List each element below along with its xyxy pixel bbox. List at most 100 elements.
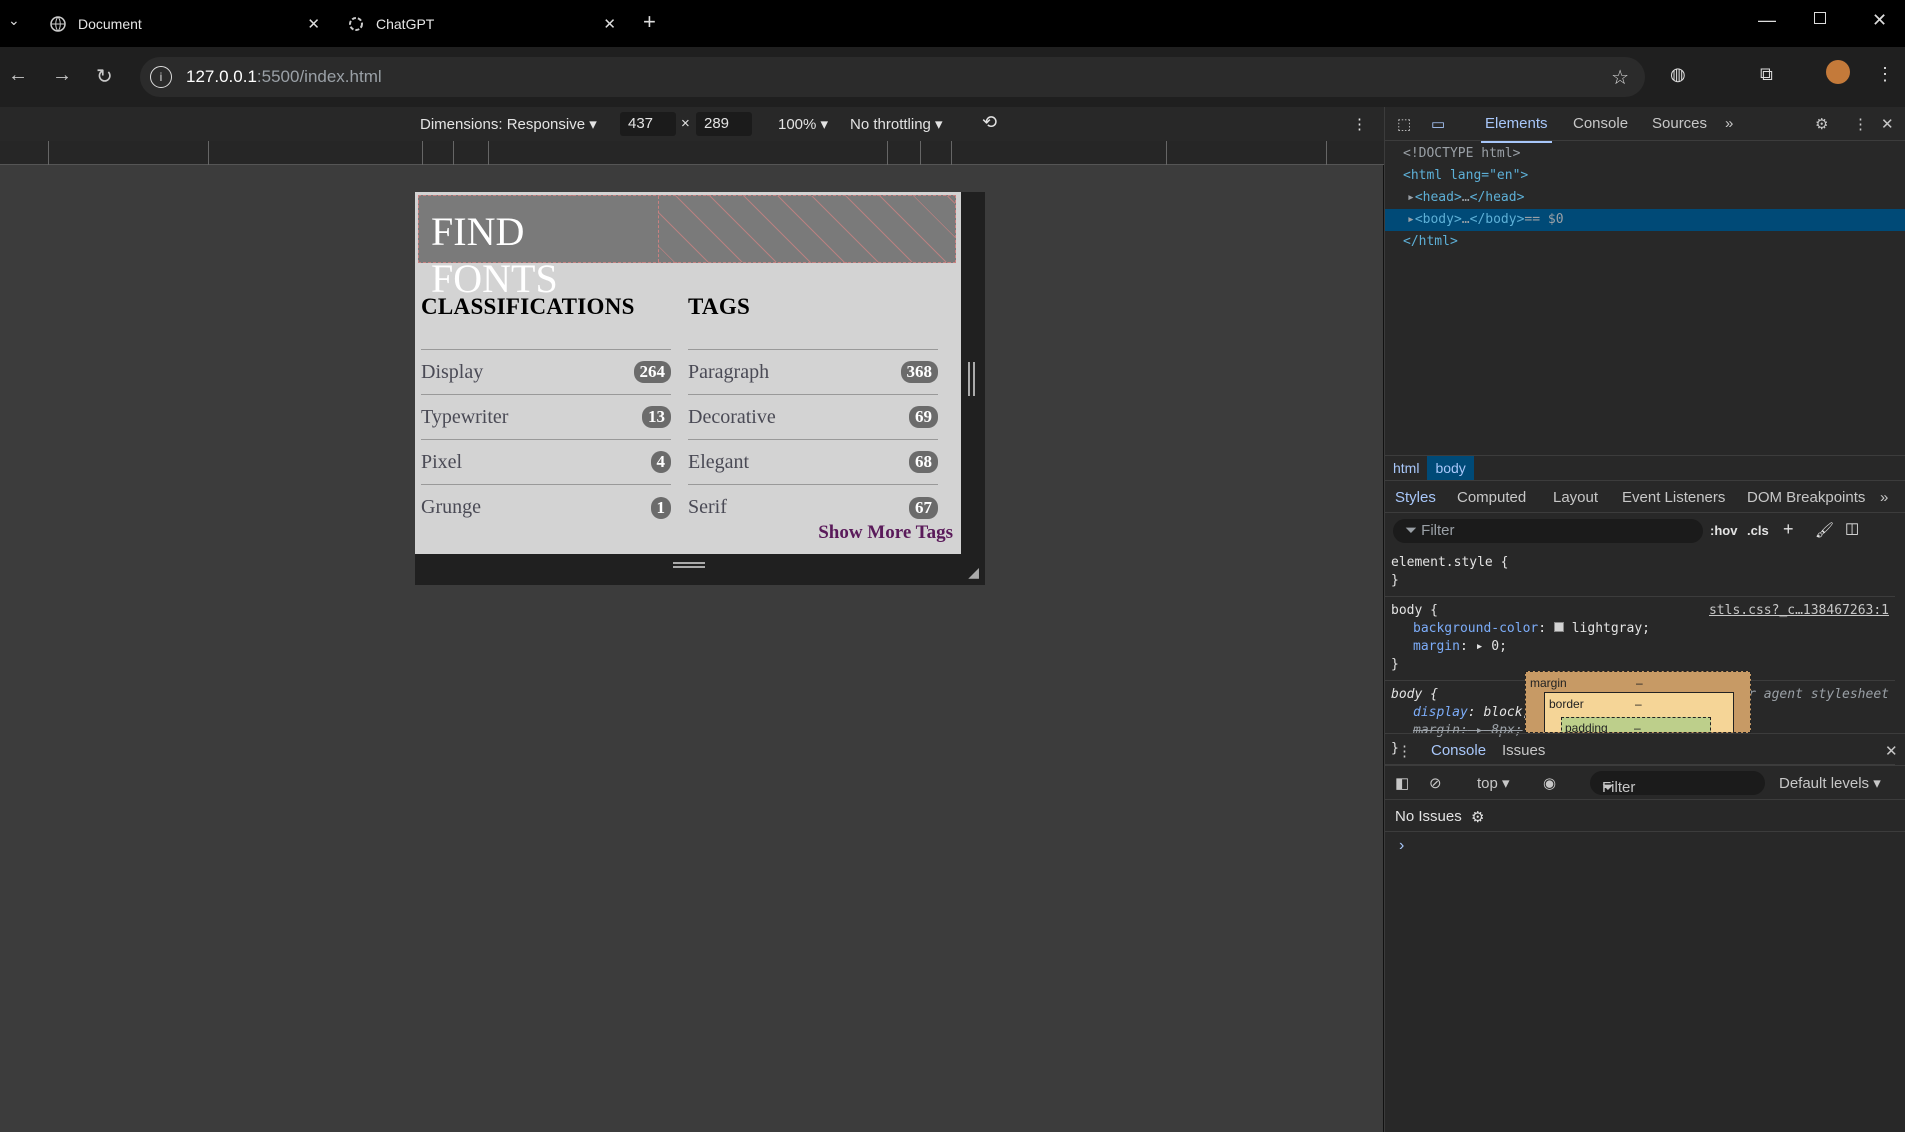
element-style-rule[interactable]: element.style { } <box>1385 549 1895 597</box>
sidebar-toggle-icon[interactable]: ◫ <box>1845 519 1859 537</box>
styles-filter-input[interactable]: ⏷ Filter <box>1393 519 1703 543</box>
clear-console-icon[interactable]: ⊘ <box>1429 774 1442 792</box>
tab-issues[interactable]: Issues <box>1502 742 1545 759</box>
reload-icon[interactable]: ↻ <box>96 64 113 89</box>
tab-layout[interactable]: Layout <box>1553 489 1598 506</box>
tab-console[interactable]: Console <box>1573 115 1628 132</box>
rule-close: } <box>1391 573 1399 588</box>
more-options-icon[interactable]: ⋮ <box>1352 115 1367 133</box>
expand-arrow-icon[interactable]: ▸ <box>1407 212 1415 227</box>
hov-toggle[interactable]: :hov <box>1710 523 1737 538</box>
tab-dom-breakpoints[interactable]: DOM Breakpoints <box>1747 489 1865 506</box>
list-item[interactable]: Paragraph 368 <box>688 350 938 395</box>
console-prompt[interactable]: › <box>1385 832 1905 860</box>
list-item[interactable]: Display 264 <box>421 350 671 395</box>
property-name[interactable]: background-color <box>1413 621 1538 636</box>
zoom-dropdown[interactable]: 100% ▾ <box>778 115 828 133</box>
box-border-value: – <box>1635 697 1642 711</box>
rotate-icon[interactable]: ⟲ <box>982 112 997 133</box>
paint-icon[interactable]: 🖌 <box>1815 521 1834 539</box>
new-tab-icon[interactable]: + <box>643 9 656 35</box>
tab-document[interactable]: Document ✕ <box>50 8 320 40</box>
device-toggle-icon[interactable]: ▭ <box>1431 115 1445 133</box>
list-item[interactable]: Pixel 4 <box>421 440 671 485</box>
tab-search-icon[interactable]: ⌄ <box>8 12 20 29</box>
color-swatch[interactable] <box>1553 622 1564 632</box>
property-value[interactable]: lightgray; <box>1572 621 1650 636</box>
close-devtools-icon[interactable]: ✕ <box>1881 115 1894 133</box>
sidebar-icon[interactable]: ◧ <box>1395 774 1409 792</box>
item-label: Grunge <box>421 496 481 518</box>
rule-source-link[interactable]: stls.css?_c…138467263:1 <box>1709 602 1889 620</box>
resize-handle-bottom[interactable] <box>673 562 705 568</box>
body-node[interactable]: ▸<body>…</body>== $0 <box>1385 209 1905 231</box>
times-label: × <box>681 115 690 132</box>
close-tab-icon[interactable]: ✕ <box>307 15 320 33</box>
throttle-dropdown[interactable]: No throttling ▾ <box>850 115 943 133</box>
avatar[interactable] <box>1826 60 1850 84</box>
close-drawer-icon[interactable]: ✕ <box>1885 742 1898 760</box>
tab-elements[interactable]: Elements <box>1481 115 1552 143</box>
console-settings-icon[interactable]: ⚙ <box>1471 808 1484 826</box>
context-dropdown[interactable]: top ▾ <box>1477 774 1510 792</box>
tab-styles[interactable]: Styles <box>1395 489 1436 506</box>
property-value[interactable]: 0; <box>1491 639 1507 654</box>
crumb-body[interactable]: body <box>1427 456 1474 480</box>
vpn-globe-icon[interactable]: ◍ <box>1670 64 1686 85</box>
ellipsis-icon[interactable]: … <box>1462 190 1470 205</box>
head-node[interactable]: ▸<head>…</head> <box>1385 187 1905 209</box>
devtools-menu-icon[interactable]: ⋮ <box>1853 115 1868 133</box>
crumb-html[interactable]: html <box>1385 456 1427 480</box>
url-text[interactable]: 127.0.0.1:5500/index.html <box>186 67 382 87</box>
bookmark-star-icon[interactable]: ☆ <box>1611 65 1629 90</box>
width-input[interactable]: 437 <box>620 112 676 136</box>
expand-arrow-icon[interactable]: ▸ <box>1407 190 1415 205</box>
address-bar[interactable]: i 127.0.0.1:5500/index.html ☆ <box>140 57 1645 97</box>
tab-chatgpt[interactable]: ChatGPT ✕ <box>348 8 616 40</box>
height-input[interactable]: 289 <box>696 112 752 136</box>
list-item[interactable]: Decorative 69 <box>688 395 938 440</box>
expand-arrow-icon[interactable]: ▸ <box>1476 639 1484 654</box>
console-filter-input[interactable]: ⏷ Filter <box>1590 771 1765 796</box>
restore-icon[interactable] <box>1814 12 1826 24</box>
list-item[interactable]: Elegant 68 <box>688 440 938 485</box>
tab-title: Document <box>78 16 142 32</box>
forward-icon[interactable]: → <box>52 64 72 87</box>
eye-icon[interactable]: ◉ <box>1543 774 1556 792</box>
tab-computed[interactable]: Computed <box>1457 489 1526 506</box>
html-close-node[interactable]: </html> <box>1385 231 1905 253</box>
resize-handle-right[interactable] <box>968 362 975 396</box>
inspect-icon[interactable]: ⬚ <box>1397 115 1411 133</box>
back-icon[interactable]: ← <box>8 64 28 87</box>
list-item[interactable]: Typewriter 13 <box>421 395 671 440</box>
list-item[interactable]: Grunge 1 <box>421 485 671 530</box>
box-model-diagram[interactable]: margin – border – padding – <box>1525 671 1751 733</box>
body-rule[interactable]: body {stls.css?_c…138467263:1 background… <box>1385 597 1895 681</box>
item-label: Typewriter <box>421 405 509 428</box>
site-info-icon[interactable]: i <box>150 66 172 88</box>
cls-toggle[interactable]: .cls <box>1747 523 1769 538</box>
tab-event-listeners[interactable]: Event Listeners <box>1622 489 1725 506</box>
minimize-icon[interactable]: — <box>1758 10 1776 31</box>
media-query-ruler[interactable] <box>0 141 1384 165</box>
property-name[interactable]: margin <box>1413 639 1460 654</box>
more-tabs-icon[interactable]: » <box>1880 489 1888 506</box>
add-rule-icon[interactable]: + <box>1783 519 1794 540</box>
node-text: <body> <box>1414 212 1462 227</box>
dimensions-dropdown[interactable]: Dimensions: Responsive ▾ <box>420 115 597 133</box>
close-tab-icon[interactable]: ✕ <box>603 15 616 33</box>
tab-console-drawer[interactable]: Console <box>1431 742 1486 759</box>
show-more-tags-link[interactable]: Show More Tags <box>818 522 953 544</box>
drawer-menu-icon[interactable]: ⋮ <box>1397 742 1412 760</box>
ellipsis-icon[interactable]: … <box>1462 212 1470 227</box>
close-window-icon[interactable]: ✕ <box>1872 10 1887 31</box>
tab-sources[interactable]: Sources <box>1652 115 1707 132</box>
resize-corner-icon[interactable]: ◢ <box>968 564 979 581</box>
settings-gear-icon[interactable]: ⚙ <box>1815 115 1828 133</box>
extensions-icon[interactable]: ⧉ <box>1760 64 1773 85</box>
doctype-node[interactable]: <!DOCTYPE html> <box>1385 143 1905 165</box>
more-tabs-icon[interactable]: » <box>1725 115 1733 132</box>
html-node[interactable]: <html lang="en"> <box>1385 165 1905 187</box>
levels-dropdown[interactable]: Default levels ▾ <box>1779 774 1881 792</box>
menu-icon[interactable]: ⋮ <box>1876 64 1894 85</box>
